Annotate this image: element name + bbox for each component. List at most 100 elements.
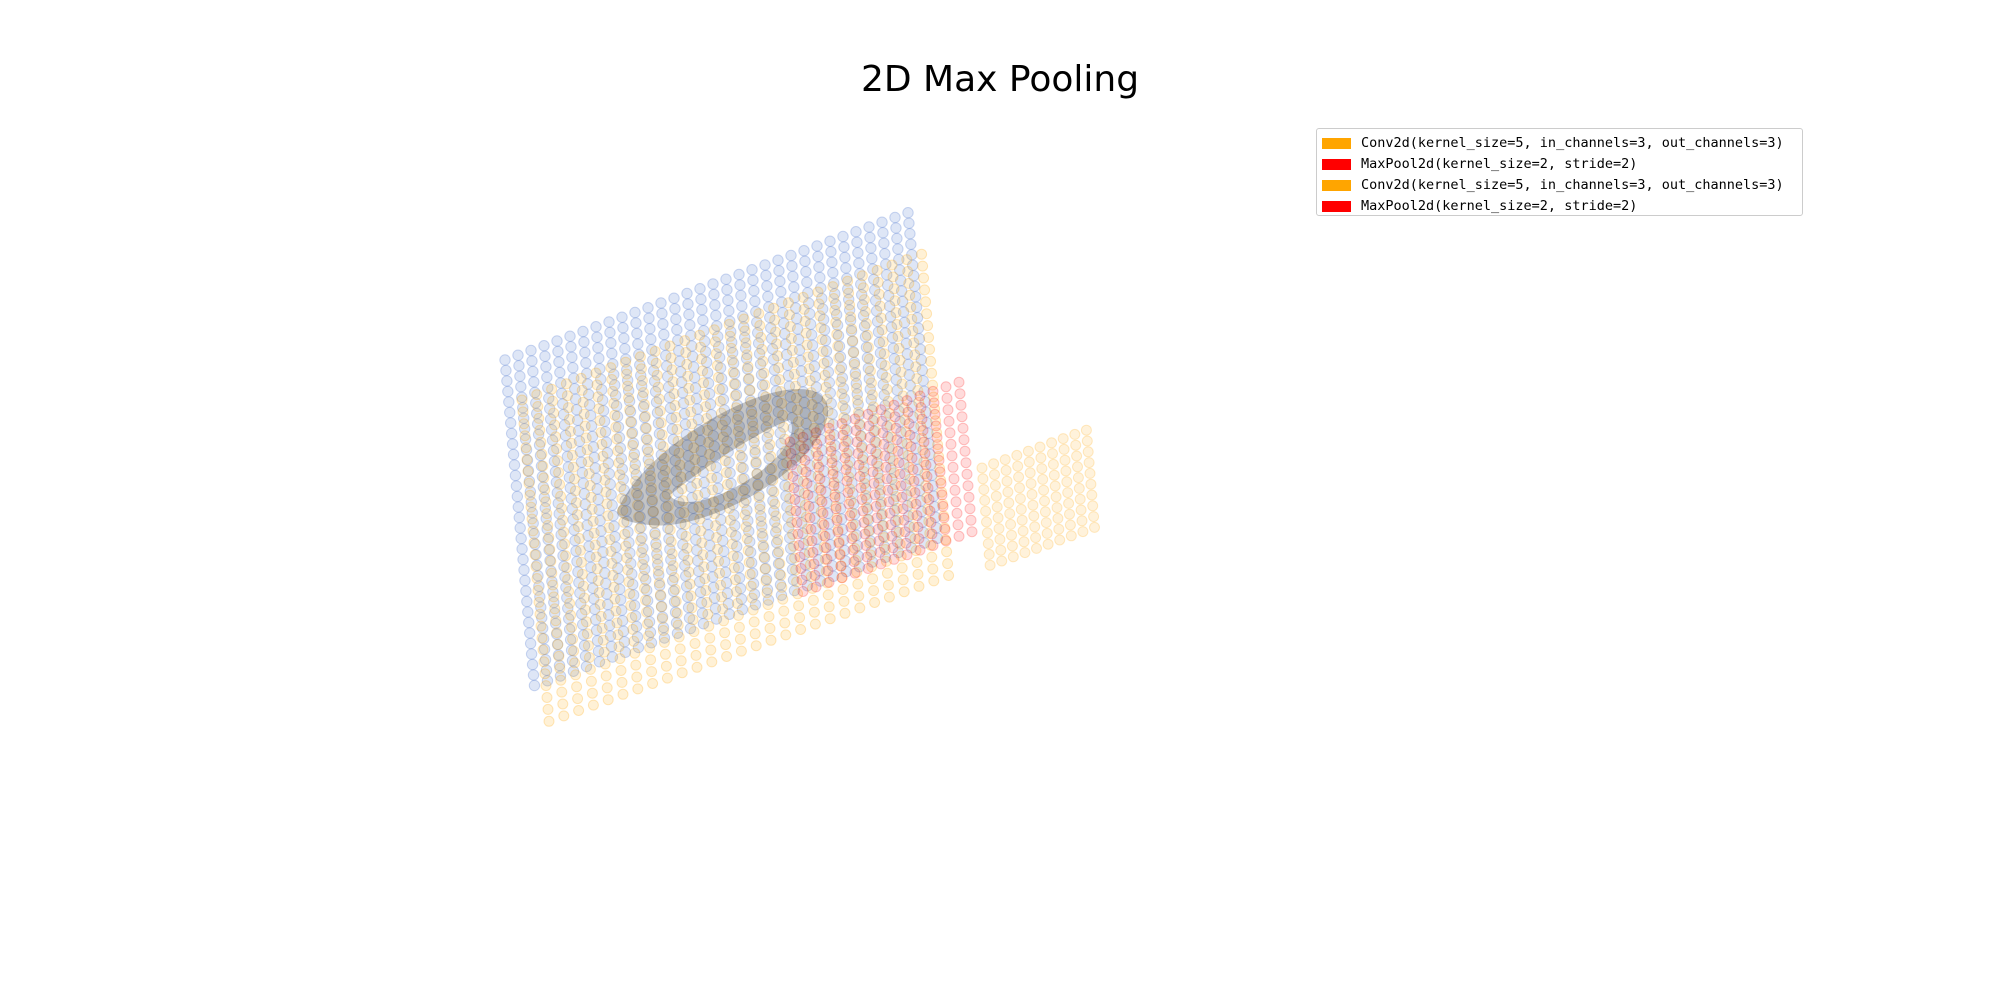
input-neuron <box>787 270 799 283</box>
conv2d-1-neuron <box>728 562 740 574</box>
conv2d-1-neuron <box>659 648 671 660</box>
conv2d-1-neuron <box>592 575 604 587</box>
conv2d-1-neuron <box>784 321 796 333</box>
maxpool2d-1-neuron <box>893 457 905 469</box>
conv2d-1-neuron <box>578 408 590 420</box>
maxpool2d-1-neuron <box>866 454 878 466</box>
input-neuron <box>566 351 578 363</box>
conv2d-1-neuron <box>670 595 682 607</box>
conv2d-1-neuron <box>640 594 652 606</box>
input-neuron <box>631 327 643 340</box>
conv2d-1-neuron <box>795 624 807 635</box>
input-neuron <box>852 247 864 259</box>
conv2d-1-neuron <box>866 389 878 401</box>
conv2d-1-neuron <box>615 481 627 493</box>
conv2d-1-neuron <box>668 572 680 583</box>
conv2d-1-neuron <box>656 429 668 441</box>
conv2d-1-neuron <box>734 633 746 645</box>
conv2d-1-neuron <box>533 412 545 424</box>
conv2d-2-neuron <box>981 516 992 528</box>
input-neuron <box>510 480 523 492</box>
input-neuron <box>811 240 823 252</box>
conv2d-1-neuron <box>878 348 890 360</box>
conv2d-1-neuron <box>597 450 609 462</box>
input-neuron <box>735 289 747 302</box>
input-neuron <box>762 290 774 303</box>
conv2d-1-neuron <box>564 597 576 609</box>
maxpool2d-1-neuron <box>813 461 825 473</box>
input-neuron <box>863 221 875 233</box>
conv2d-2-neuron <box>999 454 1011 466</box>
input-neuron <box>502 385 514 398</box>
conv2d-2-neuron <box>1084 467 1096 479</box>
conv2d-1-neuron <box>772 534 784 546</box>
conv2d-1-neuron <box>712 371 724 383</box>
conv2d-1-neuron <box>756 343 768 355</box>
conv2d-1-neuron <box>654 405 666 417</box>
maxpool2d-1-neuron <box>850 425 862 436</box>
input-neuron <box>509 469 522 482</box>
conv2d-1-neuron <box>638 570 650 582</box>
conv2d-1-neuron <box>644 642 656 654</box>
conv2d-1-neuron <box>889 295 901 307</box>
input-neuron <box>617 322 629 334</box>
conv2d-1-neuron <box>637 387 649 398</box>
conv2d-1-neuron <box>519 430 531 442</box>
conv2d-1-neuron <box>542 703 554 715</box>
conv2d-1-neuron <box>650 357 662 369</box>
conv2d-1-neuron <box>874 300 886 312</box>
input-neuron <box>511 490 524 503</box>
maxpool2d-1-neuron <box>841 475 853 487</box>
conv2d-1-neuron <box>542 520 554 531</box>
maxpool2d-1-neuron <box>884 507 896 519</box>
input-neuron <box>694 283 706 295</box>
conv2d-1-neuron <box>897 574 909 586</box>
conv2d-1-neuron <box>726 538 738 550</box>
maxpool2d-1-neuron <box>966 526 978 538</box>
maxpool2d-1-neuron <box>844 510 856 522</box>
maxpool2d-1-neuron <box>922 482 934 494</box>
maxpool2d-1-neuron <box>961 468 973 480</box>
maxpool2d-1-neuron <box>853 459 865 471</box>
conv2d-2-neuron <box>983 548 995 560</box>
maxpool2d-1-neuron <box>860 540 872 551</box>
input-neuron <box>878 237 890 249</box>
conv2d-1-neuron <box>860 317 872 329</box>
maxpool2d-1-neuron <box>928 397 940 409</box>
maxpool2d-1-neuron <box>823 422 835 434</box>
conv2d-1-neuron <box>696 537 708 549</box>
conv2d-1-neuron <box>579 420 591 432</box>
conv2d-1-neuron <box>571 681 583 693</box>
conv2d-1-neuron <box>764 439 776 450</box>
conv2d-1-neuron <box>593 587 605 599</box>
conv2d-1-neuron <box>896 378 908 390</box>
maxpool2d-1-neuron <box>869 489 881 501</box>
maxpool2d-1-neuron <box>824 434 836 446</box>
conv2d-1-neuron <box>861 329 873 341</box>
input-neuron <box>904 228 916 240</box>
conv2d-1-neuron <box>839 607 851 619</box>
conv2d-1-neuron <box>682 370 694 382</box>
maxpool2d-1-neuron <box>924 505 936 517</box>
conv2d-1-neuron <box>758 551 770 563</box>
conv2d-1-neuron <box>734 449 746 461</box>
conv2d-1-neuron <box>782 297 794 309</box>
input-neuron <box>710 309 722 322</box>
conv2d-1-neuron <box>543 715 555 727</box>
conv2d-1-neuron <box>581 628 593 640</box>
conv2d-1-neuron <box>570 497 582 509</box>
maxpool2d-1-neuron <box>908 475 920 487</box>
conv2d-1-neuron <box>788 368 800 380</box>
input-neuron <box>540 361 552 373</box>
conv2d-1-neuron <box>621 552 633 564</box>
conv2d-1-neuron <box>601 498 613 510</box>
conv2d-1-neuron <box>725 526 737 538</box>
input-neuron <box>630 317 642 329</box>
legend-label: Conv2d(kernel_size=5, in_channels=3, out… <box>1361 177 1784 193</box>
input-neuron <box>512 349 524 361</box>
conv2d-1-neuron <box>712 543 724 555</box>
maxpool2d-1-neuron <box>871 512 883 524</box>
maxpool2d-1-neuron <box>868 477 880 489</box>
conv2d-1-neuron <box>828 293 840 304</box>
conv2d-1-neuron <box>669 583 681 595</box>
